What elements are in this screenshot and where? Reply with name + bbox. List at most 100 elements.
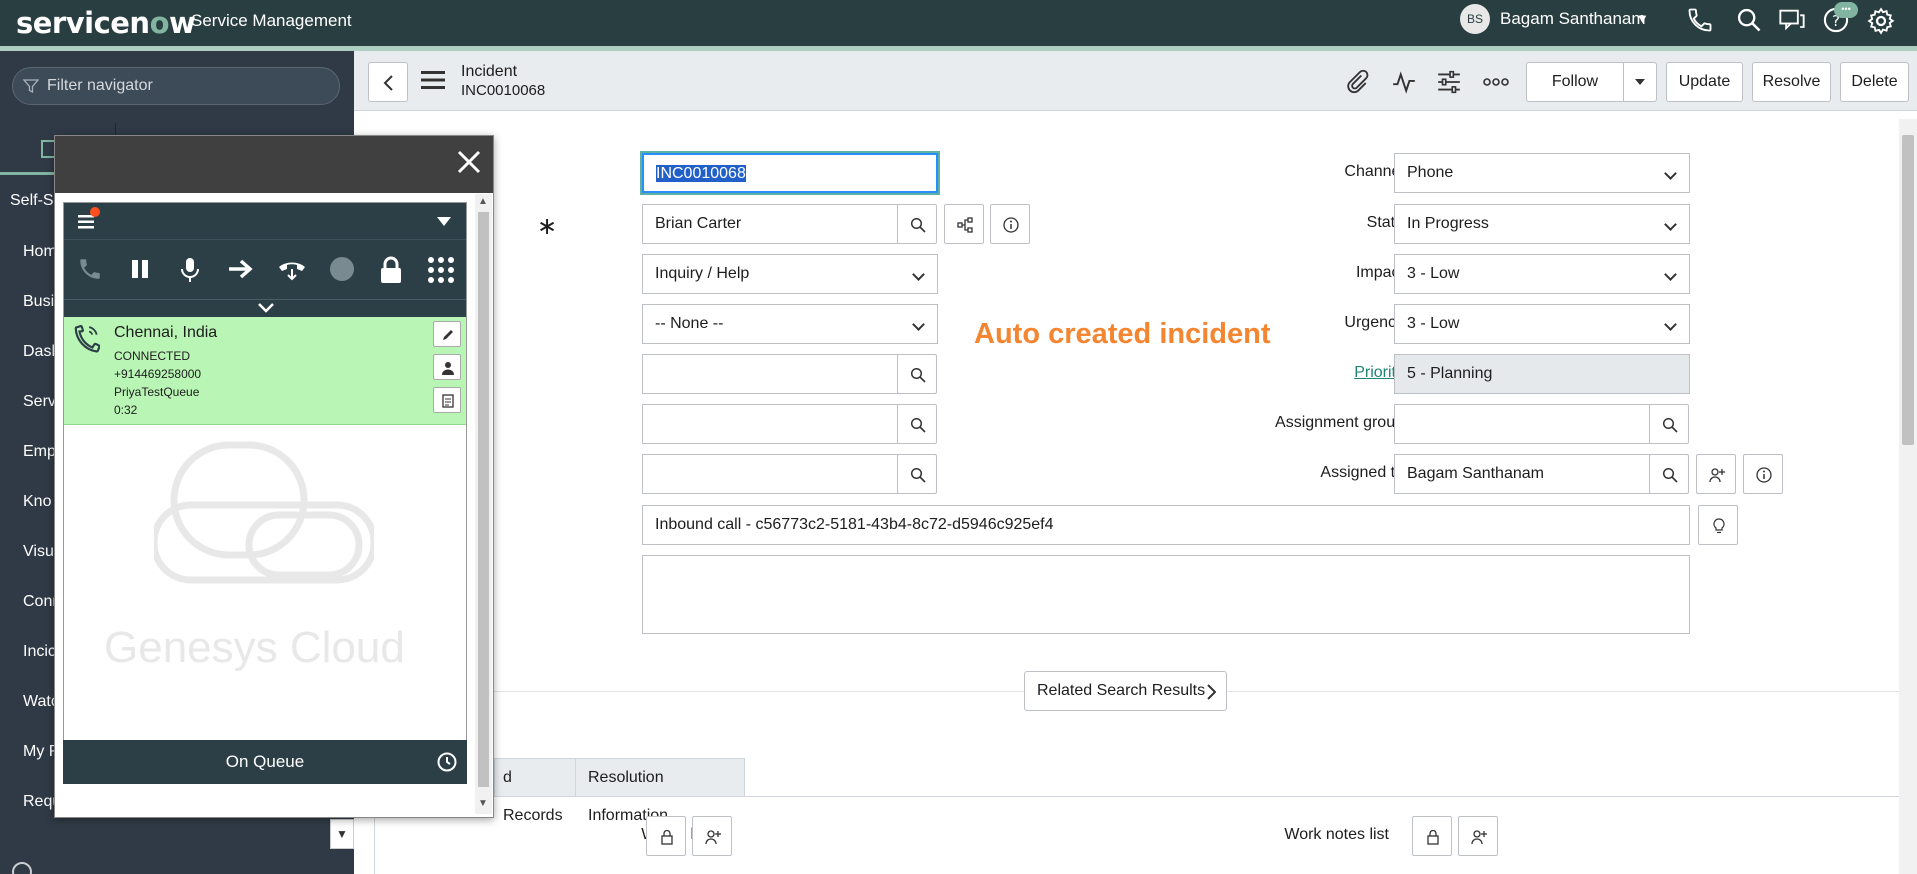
personalize-form-icon[interactable]	[1436, 69, 1462, 95]
top-banner: servicenow Service Management BS Bagam S…	[0, 0, 1917, 46]
resolve-button[interactable]: Resolve	[1752, 62, 1831, 102]
filter-navigator-input[interactable]: Filter navigator	[12, 67, 340, 105]
related-search-results-button[interactable]: Related Search Results	[1024, 671, 1227, 711]
more-options-icon[interactable]	[1482, 69, 1509, 95]
watch-list-lock-button[interactable]	[646, 816, 686, 856]
on-queue-button[interactable]: On Queue	[63, 740, 467, 784]
notes-button[interactable]	[433, 387, 461, 413]
delete-button[interactable]: Delete	[1840, 62, 1909, 102]
popup-scrollbar[interactable]: ▲ ▼	[475, 194, 492, 814]
close-icon[interactable]	[455, 148, 483, 181]
suggestion-button[interactable]	[1698, 505, 1738, 545]
genesys-softphone: Chennai, India CONNECTED +914469258000 P…	[63, 202, 467, 782]
main-content: Incident INC0010068 Follow Update Resolv…	[354, 51, 1917, 874]
assignment-group-lookup-button[interactable]	[1649, 404, 1689, 444]
genesys-cloud-logo-icon	[154, 441, 374, 584]
hangup-icon[interactable]	[277, 256, 307, 282]
description-field[interactable]	[642, 555, 1690, 634]
dialpad-icon[interactable]	[427, 256, 455, 284]
service-offering-field[interactable]	[642, 404, 898, 444]
gear-icon[interactable]	[1866, 6, 1896, 36]
phone-icon[interactable]	[77, 256, 103, 282]
caret-down-icon	[1635, 79, 1645, 85]
category-select[interactable]: Inquiry / Help	[642, 254, 938, 294]
attachment-icon[interactable]	[1344, 69, 1370, 95]
nav-scroll-down-icon[interactable]: ▼	[330, 819, 354, 849]
assignment-group-field[interactable]	[1394, 404, 1650, 444]
nav-section-self-service[interactable]: Self-Se	[10, 192, 60, 210]
clock-icon[interactable]	[437, 752, 457, 772]
caller-location: Chennai, India	[114, 324, 218, 341]
assigned-to-field[interactable]: Bagam Santhanam	[1394, 454, 1650, 494]
lock-icon[interactable]	[378, 256, 404, 284]
hold-icon[interactable]	[128, 256, 152, 282]
work-notes-list-label: Work notes list	[1284, 826, 1389, 843]
state-select[interactable]: In Progress	[1394, 204, 1690, 244]
call-controls-toolbar	[64, 239, 466, 299]
genesys-popup-window: Chennai, India CONNECTED +914469258000 P…	[54, 135, 494, 818]
watch-list-add-me-button[interactable]	[692, 816, 732, 856]
chat-icon[interactable]	[1778, 6, 1808, 36]
work-notes-add-me-button[interactable]	[1458, 816, 1498, 856]
urgency-select[interactable]: 3 - Low	[1394, 304, 1690, 344]
context-menu-icon[interactable]	[420, 69, 446, 96]
user-menu-caret-icon[interactable]: ▼	[1636, 11, 1649, 26]
search-icon	[1662, 417, 1678, 433]
short-description-field[interactable]: Inbound call - c56773c2-5181-43b4-8c72-d…	[642, 505, 1690, 545]
follow-dropdown-button[interactable]	[1623, 62, 1657, 102]
channel-select[interactable]: Phone	[1394, 153, 1690, 193]
service-lookup-button[interactable]	[897, 354, 937, 394]
page-scrollbar[interactable]	[1899, 119, 1917, 874]
subcategory-select[interactable]: -- None --	[642, 304, 938, 344]
microphone-icon[interactable]	[178, 256, 202, 284]
service-offering-lookup-button[interactable]	[897, 404, 937, 444]
phone-icon[interactable]	[1686, 6, 1716, 36]
configuration-item-lookup-button[interactable]	[897, 454, 937, 494]
search-icon	[910, 367, 926, 383]
work-notes-lock-button[interactable]	[1412, 816, 1452, 856]
impact-select[interactable]: 3 - Low	[1394, 254, 1690, 294]
page-scrollbar-thumb[interactable]	[1902, 135, 1914, 445]
user-name[interactable]: Bagam Santhanam	[1500, 9, 1646, 29]
assigned-to-lookup-button[interactable]	[1649, 454, 1689, 494]
edit-call-button[interactable]	[433, 321, 461, 347]
search-icon[interactable]	[1735, 6, 1765, 36]
update-button[interactable]: Update	[1666, 62, 1743, 102]
notification-dot-icon	[90, 207, 100, 217]
user-avatar[interactable]: BS	[1460, 4, 1490, 34]
contact-button[interactable]	[433, 354, 461, 380]
priority-link[interactable]: Priority	[1154, 364, 1404, 382]
popup-title-bar[interactable]	[55, 136, 493, 193]
impact-label: Impact	[1355, 264, 1404, 281]
back-button[interactable]	[368, 62, 408, 102]
caller-lookup-button[interactable]	[897, 204, 937, 244]
form-header: Incident INC0010068 Follow Update Resolv…	[354, 51, 1917, 111]
number-field[interactable]: INC0010068	[642, 153, 938, 193]
assigned-to-info-button[interactable]	[1743, 454, 1783, 494]
lock-icon	[1427, 829, 1439, 845]
caller-info-button[interactable]	[990, 204, 1030, 244]
caller-field[interactable]: Brian Carter	[642, 204, 898, 244]
scroll-down-icon[interactable]: ▼	[478, 798, 488, 809]
active-call-card[interactable]: Chennai, India CONNECTED +914469258000 P…	[64, 317, 466, 425]
transfer-icon[interactable]	[227, 256, 255, 282]
configuration-item-field[interactable]	[642, 454, 898, 494]
servicenow-logo[interactable]: servicenow	[16, 6, 196, 40]
nav-bottom-icon[interactable]	[12, 862, 32, 874]
tab-resolution-information[interactable]: Resolution Information	[575, 758, 745, 824]
record-icon[interactable]	[329, 256, 355, 282]
activity-icon[interactable]	[1391, 69, 1417, 95]
popup-scrollbar-thumb[interactable]	[478, 212, 489, 787]
follow-button[interactable]: Follow	[1526, 62, 1624, 102]
assign-to-me-button[interactable]	[1696, 454, 1736, 494]
on-queue-label: On Queue	[225, 752, 305, 771]
tab-related-records[interactable]: d Records	[494, 758, 576, 824]
scroll-up-icon[interactable]: ▲	[478, 196, 488, 207]
caret-down-icon[interactable]	[437, 217, 451, 226]
record-type: Incident	[461, 63, 518, 80]
service-field[interactable]	[642, 354, 898, 394]
add-person-icon	[1471, 830, 1487, 845]
collapse-toolbar[interactable]	[64, 299, 466, 317]
lightbulb-icon	[1713, 518, 1725, 534]
show-related-incidents-button[interactable]	[944, 204, 984, 244]
